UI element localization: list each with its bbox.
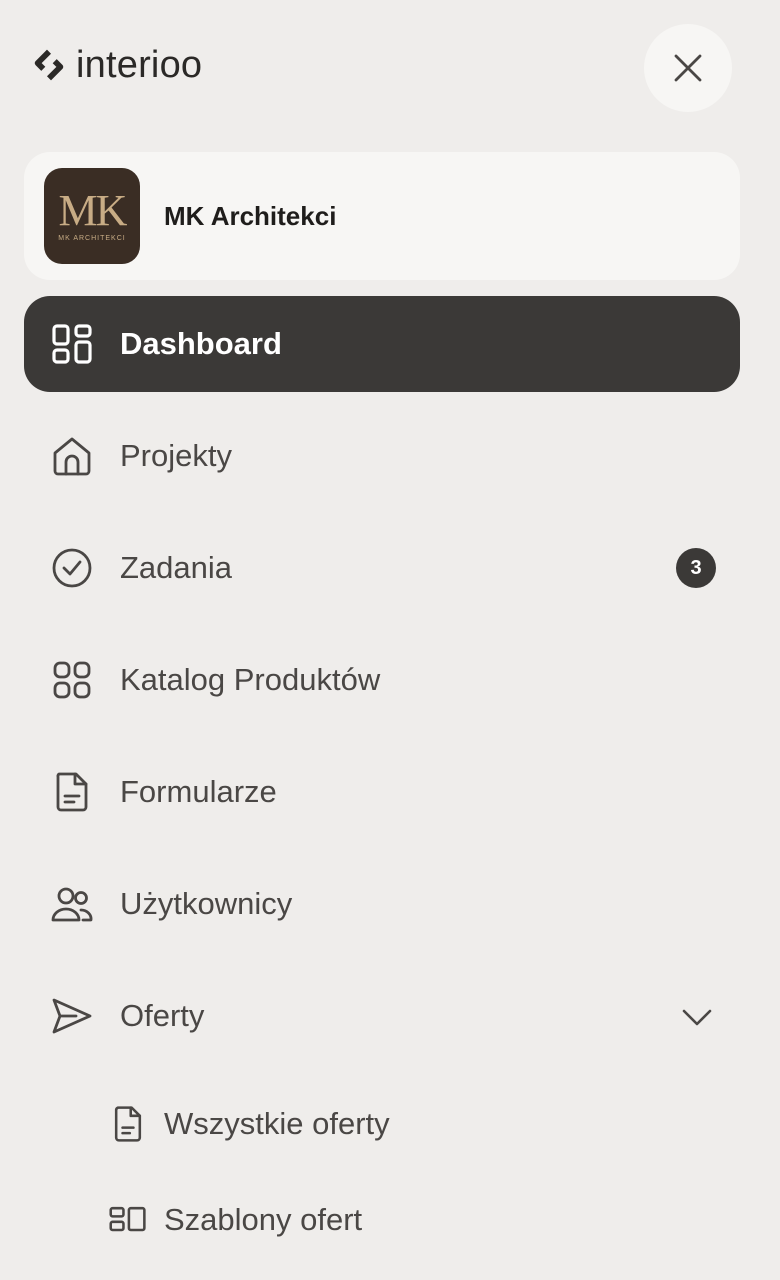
interioo-logo-icon — [34, 49, 64, 81]
nav-label-forms: Formularze — [120, 774, 277, 809]
nav-subitem-offer-templates[interactable]: Szablony ofert — [24, 1180, 740, 1260]
nav-label-dashboard: Dashboard — [120, 326, 282, 361]
nav-item-tasks[interactable]: Zadania 3 — [24, 520, 740, 616]
template-icon — [108, 1200, 148, 1240]
tasks-count-badge: 3 — [676, 548, 716, 588]
nav-drawer: interioo MK MK ARCHITEKCI MK Architekci … — [0, 0, 780, 1280]
nav-item-forms[interactable]: Formularze — [24, 744, 740, 840]
home-icon — [50, 434, 94, 478]
nav-item-catalog[interactable]: Katalog Produktów — [24, 632, 740, 728]
nav-label-users: Użytkownicy — [120, 886, 293, 921]
brand-name: interioo — [76, 44, 203, 86]
avatar-monogram: MK — [58, 185, 128, 235]
nav-label-projects: Projekty — [120, 438, 232, 473]
nav-label-catalog: Katalog Produktów — [120, 662, 381, 697]
brand-logo: interioo — [30, 46, 202, 84]
organization-name: MK Architekci — [164, 200, 337, 231]
chevron-down-icon[interactable] — [680, 1000, 714, 1034]
users-icon — [50, 882, 94, 926]
nav-item-offers[interactable]: Oferty — [24, 968, 740, 1064]
close-button[interactable] — [644, 24, 732, 112]
document-icon — [50, 770, 94, 814]
nav-label-offers: Oferty — [120, 998, 205, 1033]
avatar-subtext: MK ARCHITEKCI — [58, 234, 126, 242]
grid-icon — [50, 658, 94, 702]
nav-item-projects[interactable]: Projekty — [24, 408, 740, 504]
nav-label-offer-templates: Szablony ofert — [164, 1202, 363, 1237]
nav-label-all-offers: Wszystkie oferty — [164, 1106, 390, 1141]
close-icon — [674, 54, 702, 82]
nav-item-users[interactable]: Użytkownicy — [24, 856, 740, 952]
nav-subitem-all-offers[interactable]: Wszystkie oferty — [24, 1084, 740, 1164]
nav-label-tasks: Zadania — [120, 550, 233, 585]
check-circle-icon — [50, 546, 94, 590]
send-icon — [50, 994, 94, 1038]
organization-switcher[interactable]: MK MK ARCHITEKCI MK Architekci — [24, 152, 740, 280]
organization-avatar: MK MK ARCHITEKCI — [44, 168, 140, 264]
document-icon — [108, 1104, 148, 1144]
dashboard-icon — [50, 322, 94, 366]
nav-item-dashboard[interactable]: Dashboard — [24, 296, 740, 392]
